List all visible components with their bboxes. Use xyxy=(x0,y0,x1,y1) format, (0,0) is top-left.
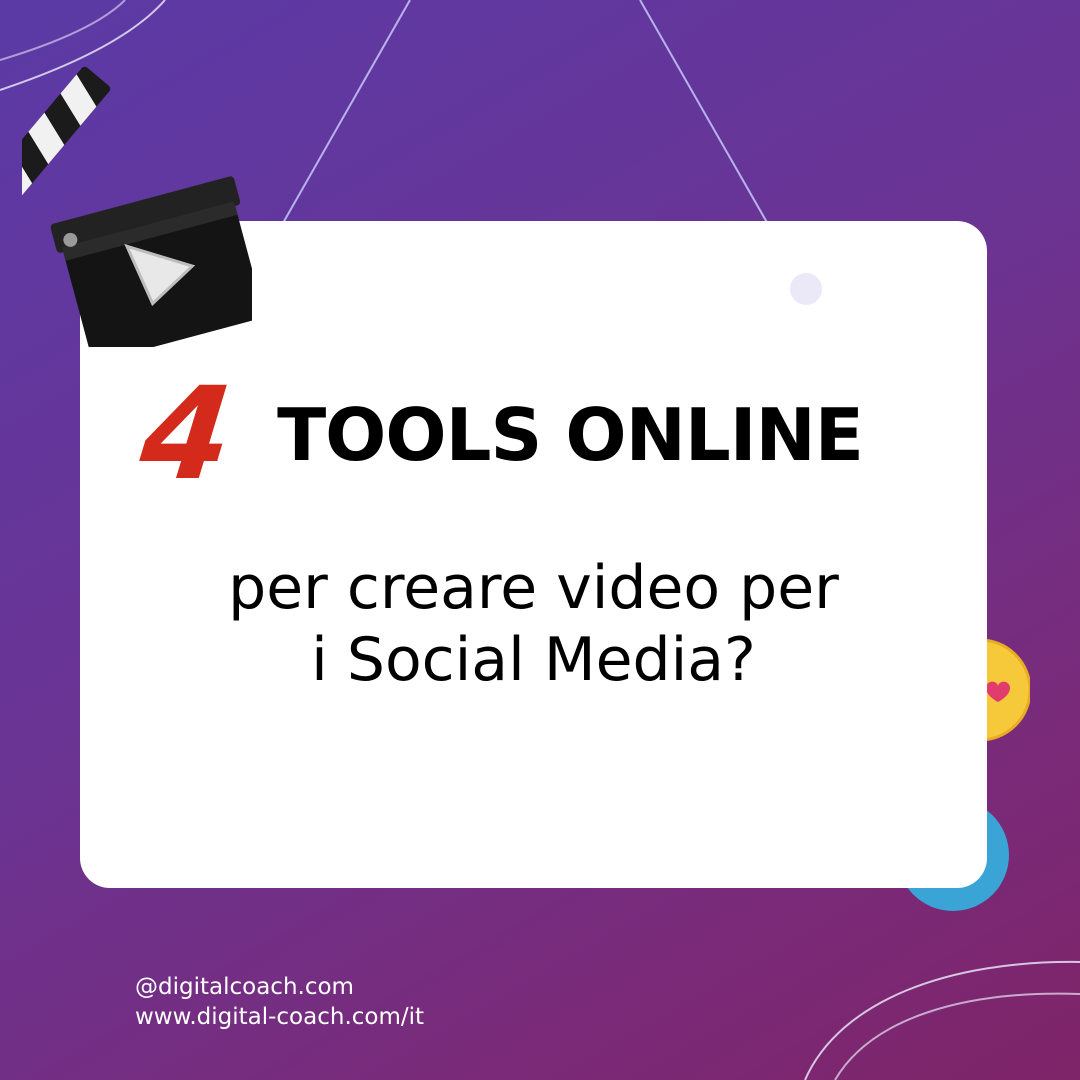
website-link[interactable]: www.digital-coach.com/it xyxy=(135,1002,424,1032)
tools-count: 4 xyxy=(134,360,239,509)
headline-title: TOOLS ONLINE xyxy=(277,393,864,477)
bottom-right-swirl-2 xyxy=(834,992,1080,1080)
sign-hook xyxy=(790,273,822,305)
subtitle: per creare video per i Social Media? xyxy=(100,552,967,696)
footer: @digitalcoach.com www.digital-coach.com/… xyxy=(135,972,424,1032)
subtitle-line-1: per creare video per xyxy=(228,553,839,623)
bottom-right-swirl xyxy=(804,960,1080,1080)
top-left-swirl-2 xyxy=(0,0,126,61)
clapperboard-icon xyxy=(22,66,252,347)
headline: 4 TOOLS ONLINE xyxy=(134,360,864,509)
social-handle: @digitalcoach.com xyxy=(135,974,354,1000)
subtitle-line-2: i Social Media? xyxy=(311,625,756,695)
